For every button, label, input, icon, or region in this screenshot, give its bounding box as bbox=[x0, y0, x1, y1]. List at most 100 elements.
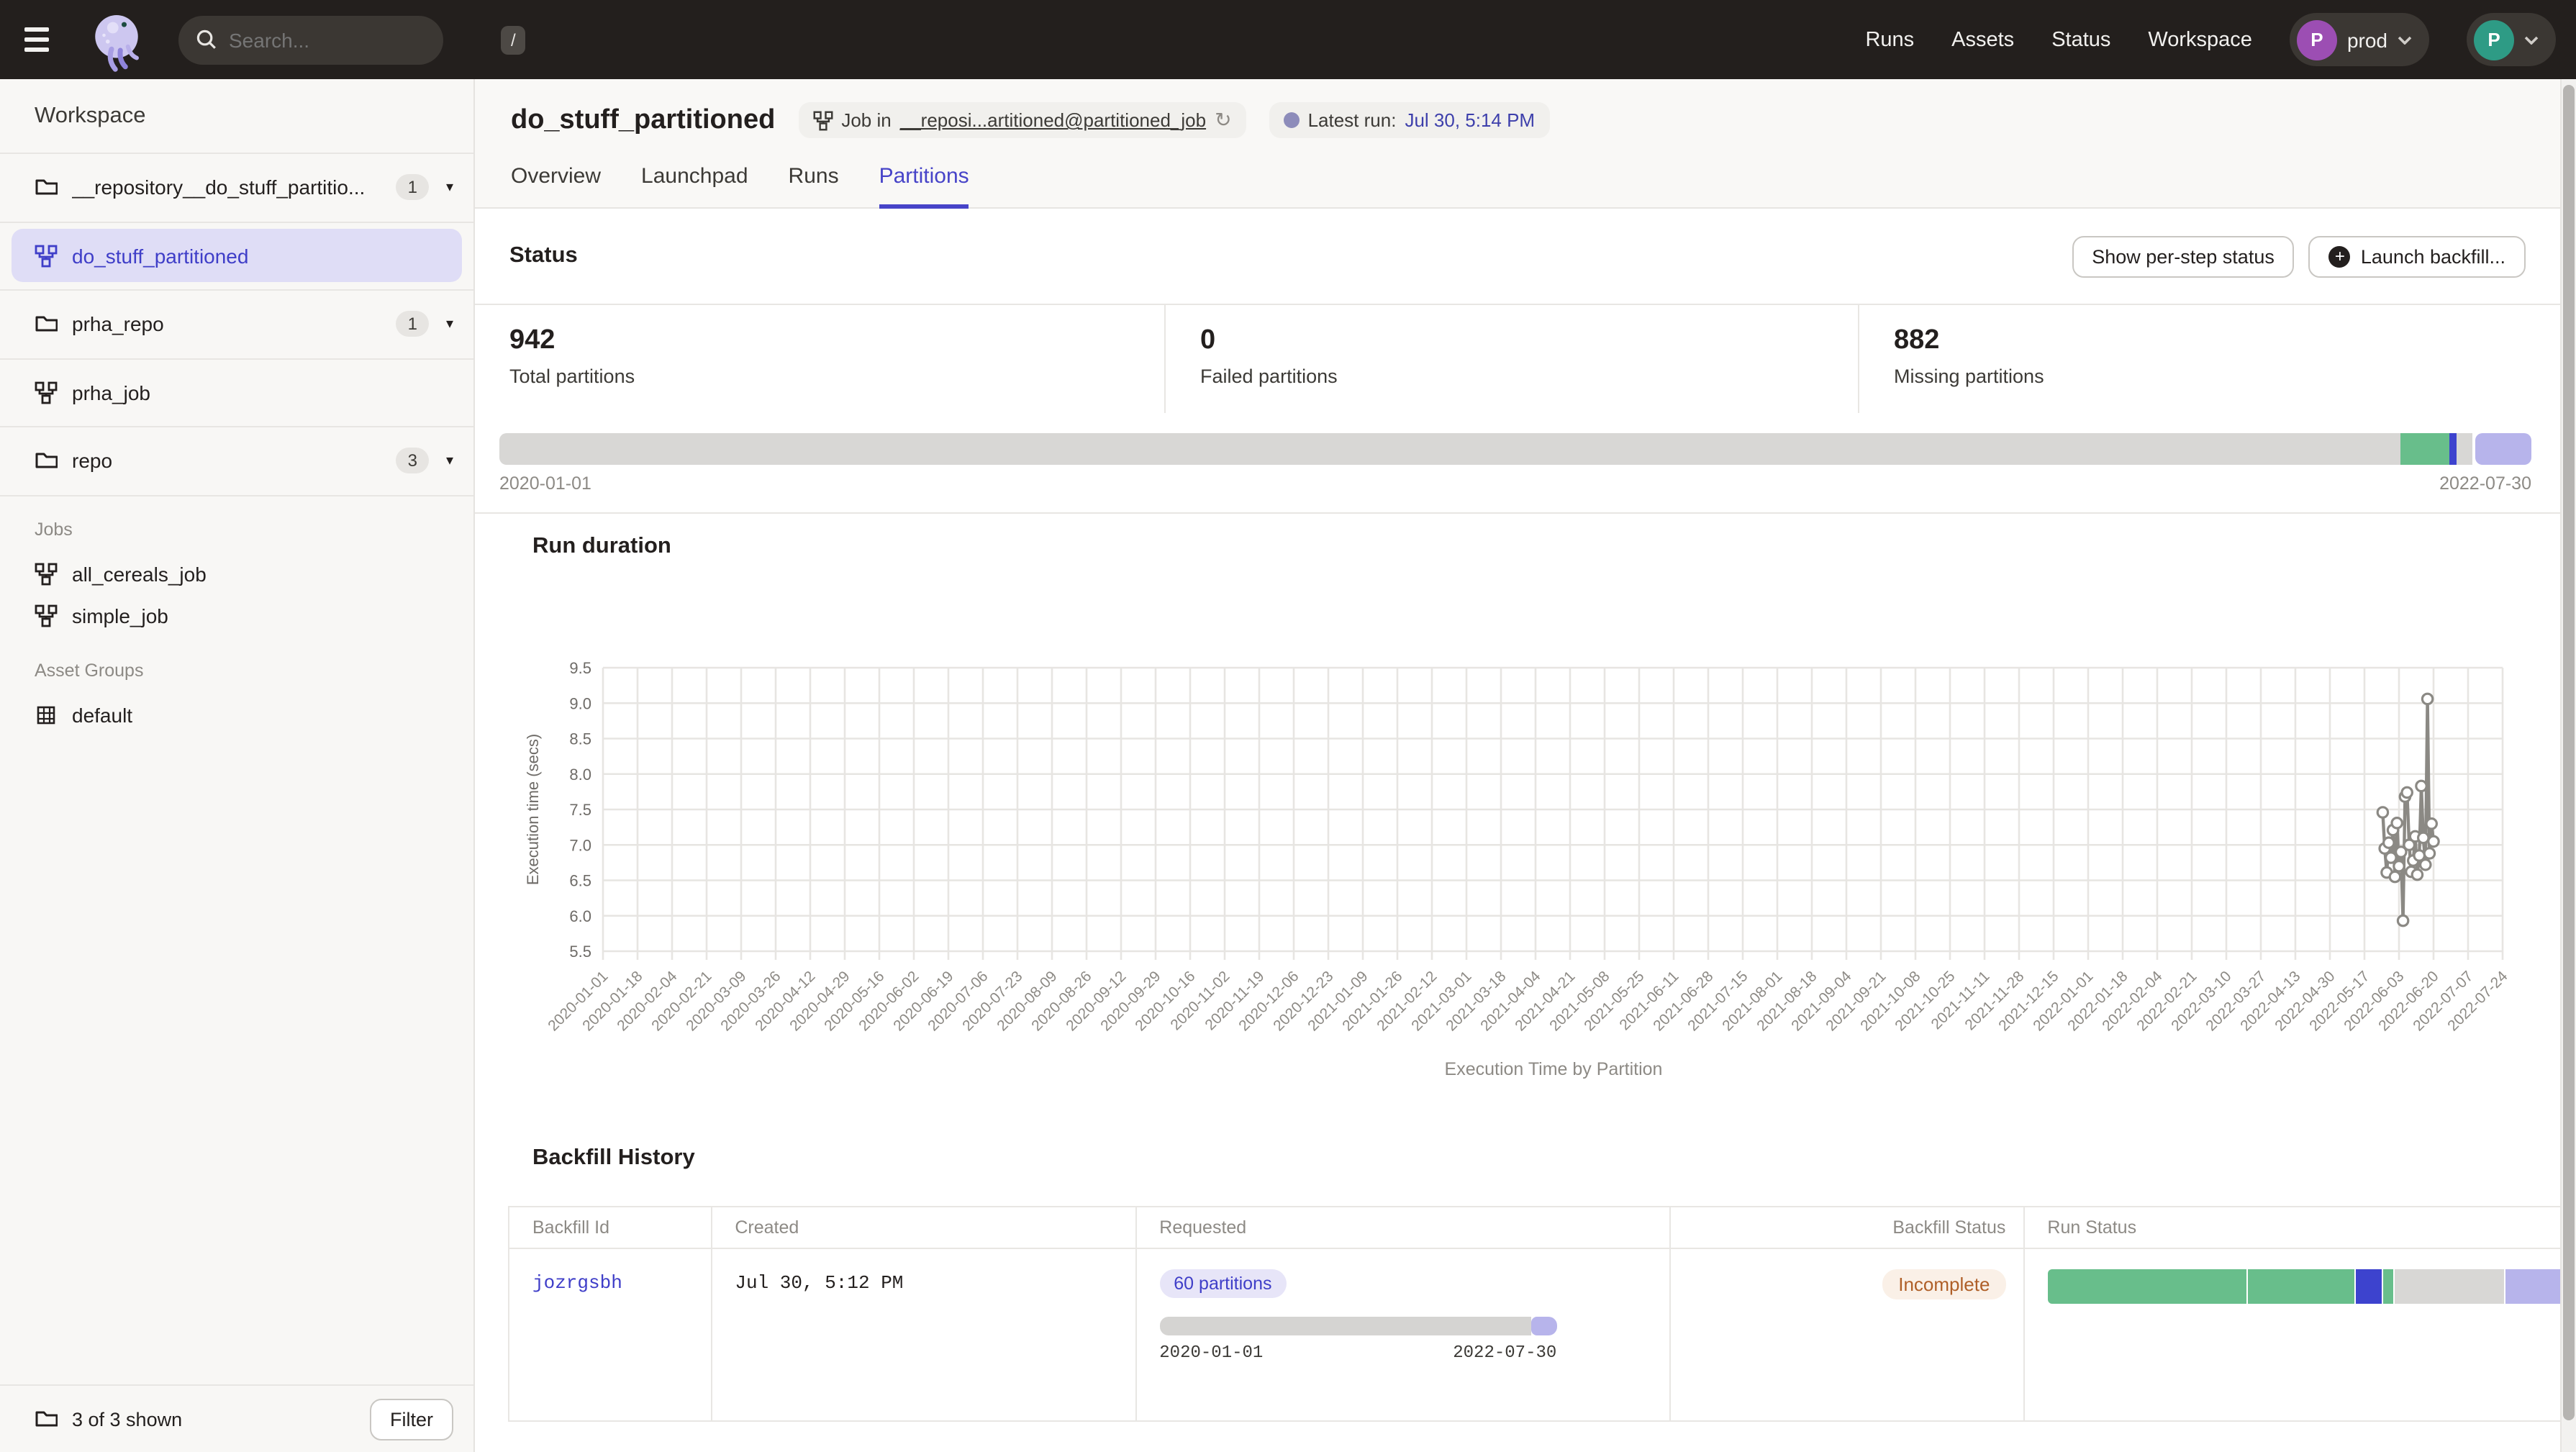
search-input[interactable] bbox=[229, 28, 489, 51]
tab-overview[interactable]: Overview bbox=[511, 164, 601, 207]
page-scrollbar[interactable] bbox=[2560, 79, 2576, 1452]
sidebar-item-default-group[interactable]: default bbox=[35, 694, 439, 736]
job-origin-tag: Job in __reposi...artitioned@partitioned… bbox=[798, 102, 1246, 138]
count-badge: 3 bbox=[396, 448, 429, 474]
run-status-dot-icon bbox=[1284, 112, 1300, 128]
dagster-logo[interactable] bbox=[86, 6, 147, 73]
stat-total-partitions: 942 Total partitions bbox=[475, 305, 1166, 413]
repo-count-summary: 3 of 3 shown bbox=[72, 1408, 355, 1430]
run-duration-heading: Run duration bbox=[532, 534, 2560, 560]
nav-link-runs[interactable]: Runs bbox=[1865, 28, 1914, 51]
svg-text:8.0: 8.0 bbox=[569, 766, 591, 784]
job-header: do_stuff_partitioned Job in __reposi...a… bbox=[475, 79, 2560, 209]
tab-partitions[interactable]: Partitions bbox=[879, 164, 969, 207]
launch-backfill-button[interactable]: + Launch backfill... bbox=[2309, 235, 2526, 277]
caret-down-icon[interactable]: ▾ bbox=[446, 453, 453, 469]
partition-range-start: 2020-01-01 bbox=[499, 473, 591, 494]
stat-missing-partitions: 882 Missing partitions bbox=[1859, 305, 2560, 413]
latest-run-label: Latest run: bbox=[1308, 109, 1397, 131]
caret-down-icon[interactable]: ▾ bbox=[446, 317, 453, 332]
search-icon bbox=[196, 29, 217, 50]
job-tabs: Overview Launchpad Runs Partitions bbox=[475, 138, 2560, 207]
job-label: all_cereals_job bbox=[72, 563, 207, 586]
chart-caption: Execution Time by Partition bbox=[511, 1059, 2560, 1079]
col-created: Created bbox=[711, 1207, 1135, 1248]
page-title: do_stuff_partitioned bbox=[511, 104, 775, 136]
stat-failed-partitions: 0 Failed partitions bbox=[1166, 305, 1859, 413]
sidebar-item-repo[interactable]: repo 3 ▾ bbox=[0, 427, 473, 496]
asset-group-label: default bbox=[72, 704, 132, 727]
asset-groups-section-label: Asset Groups bbox=[35, 660, 439, 680]
run-duration-chart: 2020-01-012020-01-182020-02-042020-02-21… bbox=[475, 586, 2560, 1079]
table-row: jozrgsbh Jul 30, 5:12 PM 60 partitions 2… bbox=[509, 1248, 2560, 1421]
main-panel: do_stuff_partitioned Job in __reposi...a… bbox=[475, 79, 2560, 1452]
sidebar-item-do-stuff-partitioned[interactable]: do_stuff_partitioned bbox=[0, 222, 473, 291]
repo-label: __repository__do_stuff_partitio... bbox=[72, 176, 382, 199]
job-label: simple_job bbox=[72, 604, 168, 627]
job-origin-prefix: Job in bbox=[841, 109, 891, 131]
backfill-created: Jul 30, 5:12 PM bbox=[735, 1272, 903, 1294]
svg-text:9.0: 9.0 bbox=[569, 694, 591, 712]
caret-down-icon[interactable]: ▾ bbox=[446, 180, 453, 196]
filter-button[interactable]: Filter bbox=[370, 1398, 453, 1440]
sidebar-item-prha-job[interactable]: prha_job bbox=[0, 359, 473, 427]
backfill-status-badge: Incomplete bbox=[1882, 1269, 2005, 1299]
svg-text:7.5: 7.5 bbox=[569, 801, 591, 819]
jobs-section-label: Jobs bbox=[35, 519, 439, 539]
search-box[interactable]: / bbox=[178, 15, 443, 64]
plus-circle-icon: + bbox=[2329, 245, 2351, 267]
user-menu[interactable]: P bbox=[2467, 13, 2556, 66]
col-backfill-id: Backfill Id bbox=[509, 1207, 711, 1248]
latest-run-link[interactable]: Jul 30, 5:14 PM bbox=[1405, 109, 1535, 131]
job-icon bbox=[35, 604, 58, 627]
tab-runs[interactable]: Runs bbox=[789, 164, 839, 207]
folder-icon bbox=[35, 450, 58, 473]
count-badge: 1 bbox=[396, 175, 429, 201]
partition-stats: 942 Total partitions 0 Failed partitions… bbox=[475, 304, 2560, 413]
requested-range-start: 2020-01-01 bbox=[1159, 1343, 1263, 1363]
nav-link-status[interactable]: Status bbox=[2051, 28, 2110, 51]
count-badge: 1 bbox=[396, 312, 429, 337]
col-backfill-status: Backfill Status bbox=[1670, 1207, 2023, 1248]
deployment-switcher[interactable]: P prod bbox=[2290, 13, 2429, 66]
asset-group-icon bbox=[35, 704, 58, 727]
requested-partitions-badge[interactable]: 60 partitions bbox=[1159, 1269, 1286, 1298]
job-origin-link[interactable]: __reposi...artitioned@partitioned_job bbox=[900, 109, 1206, 131]
svg-text:9.5: 9.5 bbox=[569, 659, 591, 677]
folder-icon bbox=[35, 1407, 58, 1430]
run-status-bar[interactable] bbox=[2047, 1269, 2560, 1304]
job-label: do_stuff_partitioned bbox=[72, 245, 248, 268]
backfill-id-link[interactable]: jozrgsbh bbox=[532, 1272, 622, 1294]
backfill-table: Backfill Id Created Requested Backfill S… bbox=[508, 1206, 2560, 1422]
table-header-row: Backfill Id Created Requested Backfill S… bbox=[509, 1207, 2560, 1248]
sidebar-item-repository[interactable]: __repository__do_stuff_partitio... 1 ▾ bbox=[0, 154, 473, 222]
partitions-content: Status Show per-step status + Launch bac… bbox=[475, 209, 2560, 1452]
job-icon bbox=[35, 563, 58, 586]
search-shortcut-key: / bbox=[501, 25, 526, 54]
chevron-down-icon bbox=[2398, 35, 2412, 44]
folder-icon bbox=[35, 313, 58, 336]
sidebar-item-simple-job[interactable]: simple_job bbox=[35, 595, 439, 637]
reload-icon[interactable]: ↻ bbox=[1215, 108, 1231, 132]
deployment-avatar: P bbox=[2297, 19, 2337, 60]
partition-range-end: 2022-07-30 bbox=[2439, 473, 2531, 494]
show-per-step-status-button[interactable]: Show per-step status bbox=[2072, 235, 2295, 277]
sidebar-item-prha-repo[interactable]: prha_repo 1 ▾ bbox=[0, 291, 473, 359]
svg-text:5.5: 5.5 bbox=[569, 943, 591, 961]
sidebar-item-all-cereals-job[interactable]: all_cereals_job bbox=[35, 553, 439, 595]
svg-text:6.0: 6.0 bbox=[569, 907, 591, 925]
repo-label: prha_repo bbox=[72, 313, 382, 336]
scrollbar-thumb[interactable] bbox=[2563, 85, 2575, 1420]
requested-range-end: 2022-07-30 bbox=[1453, 1343, 1556, 1363]
tab-launchpad[interactable]: Launchpad bbox=[641, 164, 748, 207]
nav-link-assets[interactable]: Assets bbox=[1951, 28, 2014, 51]
menu-icon[interactable] bbox=[20, 18, 63, 61]
partition-status-bar[interactable] bbox=[499, 433, 2531, 465]
job-icon bbox=[35, 381, 58, 404]
job-label: prha_job bbox=[72, 381, 453, 404]
user-avatar: P bbox=[2474, 19, 2514, 60]
top-nav: / Runs Assets Status Workspace P prod P bbox=[0, 0, 2576, 79]
col-run-status: Run Status bbox=[2023, 1207, 2560, 1248]
nav-link-workspace[interactable]: Workspace bbox=[2148, 28, 2252, 51]
chevron-down-icon bbox=[2524, 35, 2539, 44]
